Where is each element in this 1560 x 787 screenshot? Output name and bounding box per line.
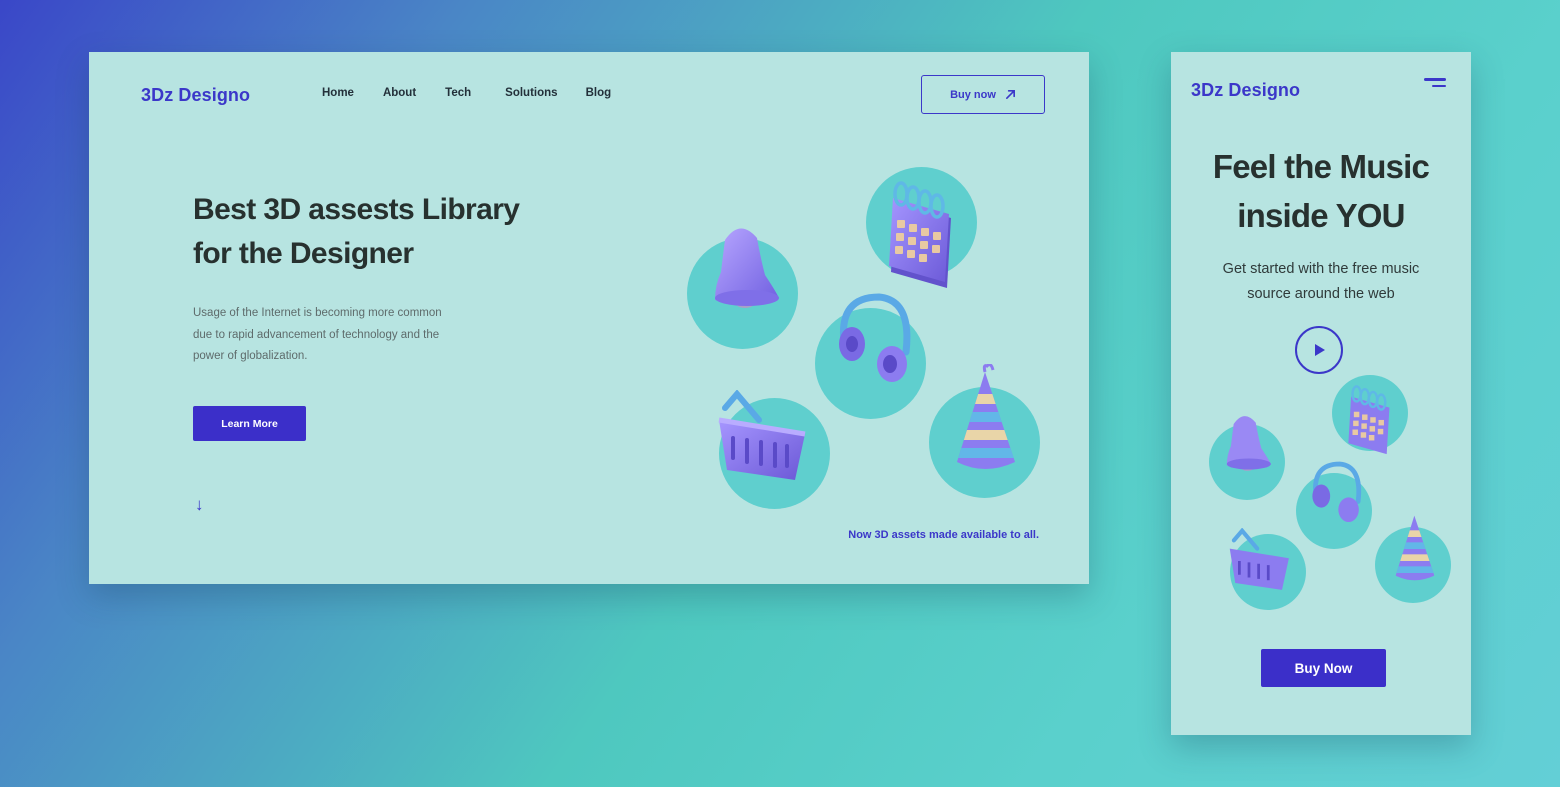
hero-title: Best 3D assests Library for the Designer [193, 193, 520, 270]
arrow-up-right-icon [1005, 90, 1015, 99]
mobile-hero-description: Get started with the free music source a… [1222, 261, 1420, 302]
mobile-hero-title: Feel the Music inside YOU [1212, 148, 1430, 234]
calendar-icon [889, 181, 951, 288]
buy-now-button[interactable]: Buy now [921, 75, 1045, 114]
logo[interactable]: 3Dz Designo [1191, 80, 1300, 101]
buy-now-label: Buy now [950, 88, 996, 101]
arrow-down-icon[interactable]: ↓ [195, 495, 204, 515]
calendar-icon [1348, 385, 1390, 455]
learn-more-button[interactable]: Learn More [193, 406, 306, 441]
play-button[interactable] [1295, 326, 1343, 374]
nav-about[interactable]: About [383, 87, 416, 99]
headphones-icon [1312, 461, 1362, 522]
shopping-basket-icon [718, 390, 806, 480]
headphones-icon [839, 293, 911, 382]
tagline: Now 3D assets made available to all. [848, 529, 1039, 541]
nav-home[interactable]: Home [322, 87, 354, 99]
play-icon [1315, 344, 1325, 356]
nav-blog[interactable]: Blog [586, 87, 612, 99]
party-hat-icon [1395, 515, 1435, 581]
shopping-basket-icon [1229, 528, 1289, 590]
nav-tech[interactable]: Tech [445, 87, 471, 99]
party-hat-icon [957, 364, 1015, 469]
mobile-buy-now-button[interactable]: Buy Now [1261, 649, 1386, 687]
hero-description: Usage of the Internet is becoming more c… [193, 307, 442, 362]
hamburger-menu-icon[interactable] [1424, 78, 1446, 90]
nav-solutions[interactable]: Solutions [505, 87, 557, 99]
mobile-mockup: 3Dz Designo Feel the Music inside YOU Ge… [1171, 52, 1471, 735]
bell-icon [1226, 416, 1271, 471]
main-nav: Home About Tech Solutions Blog [322, 87, 611, 99]
logo[interactable]: 3Dz Designo [141, 85, 250, 106]
bell-icon [715, 228, 779, 308]
desktop-mockup: 3Dz Designo Home About Tech Solutions Bl… [89, 52, 1089, 584]
